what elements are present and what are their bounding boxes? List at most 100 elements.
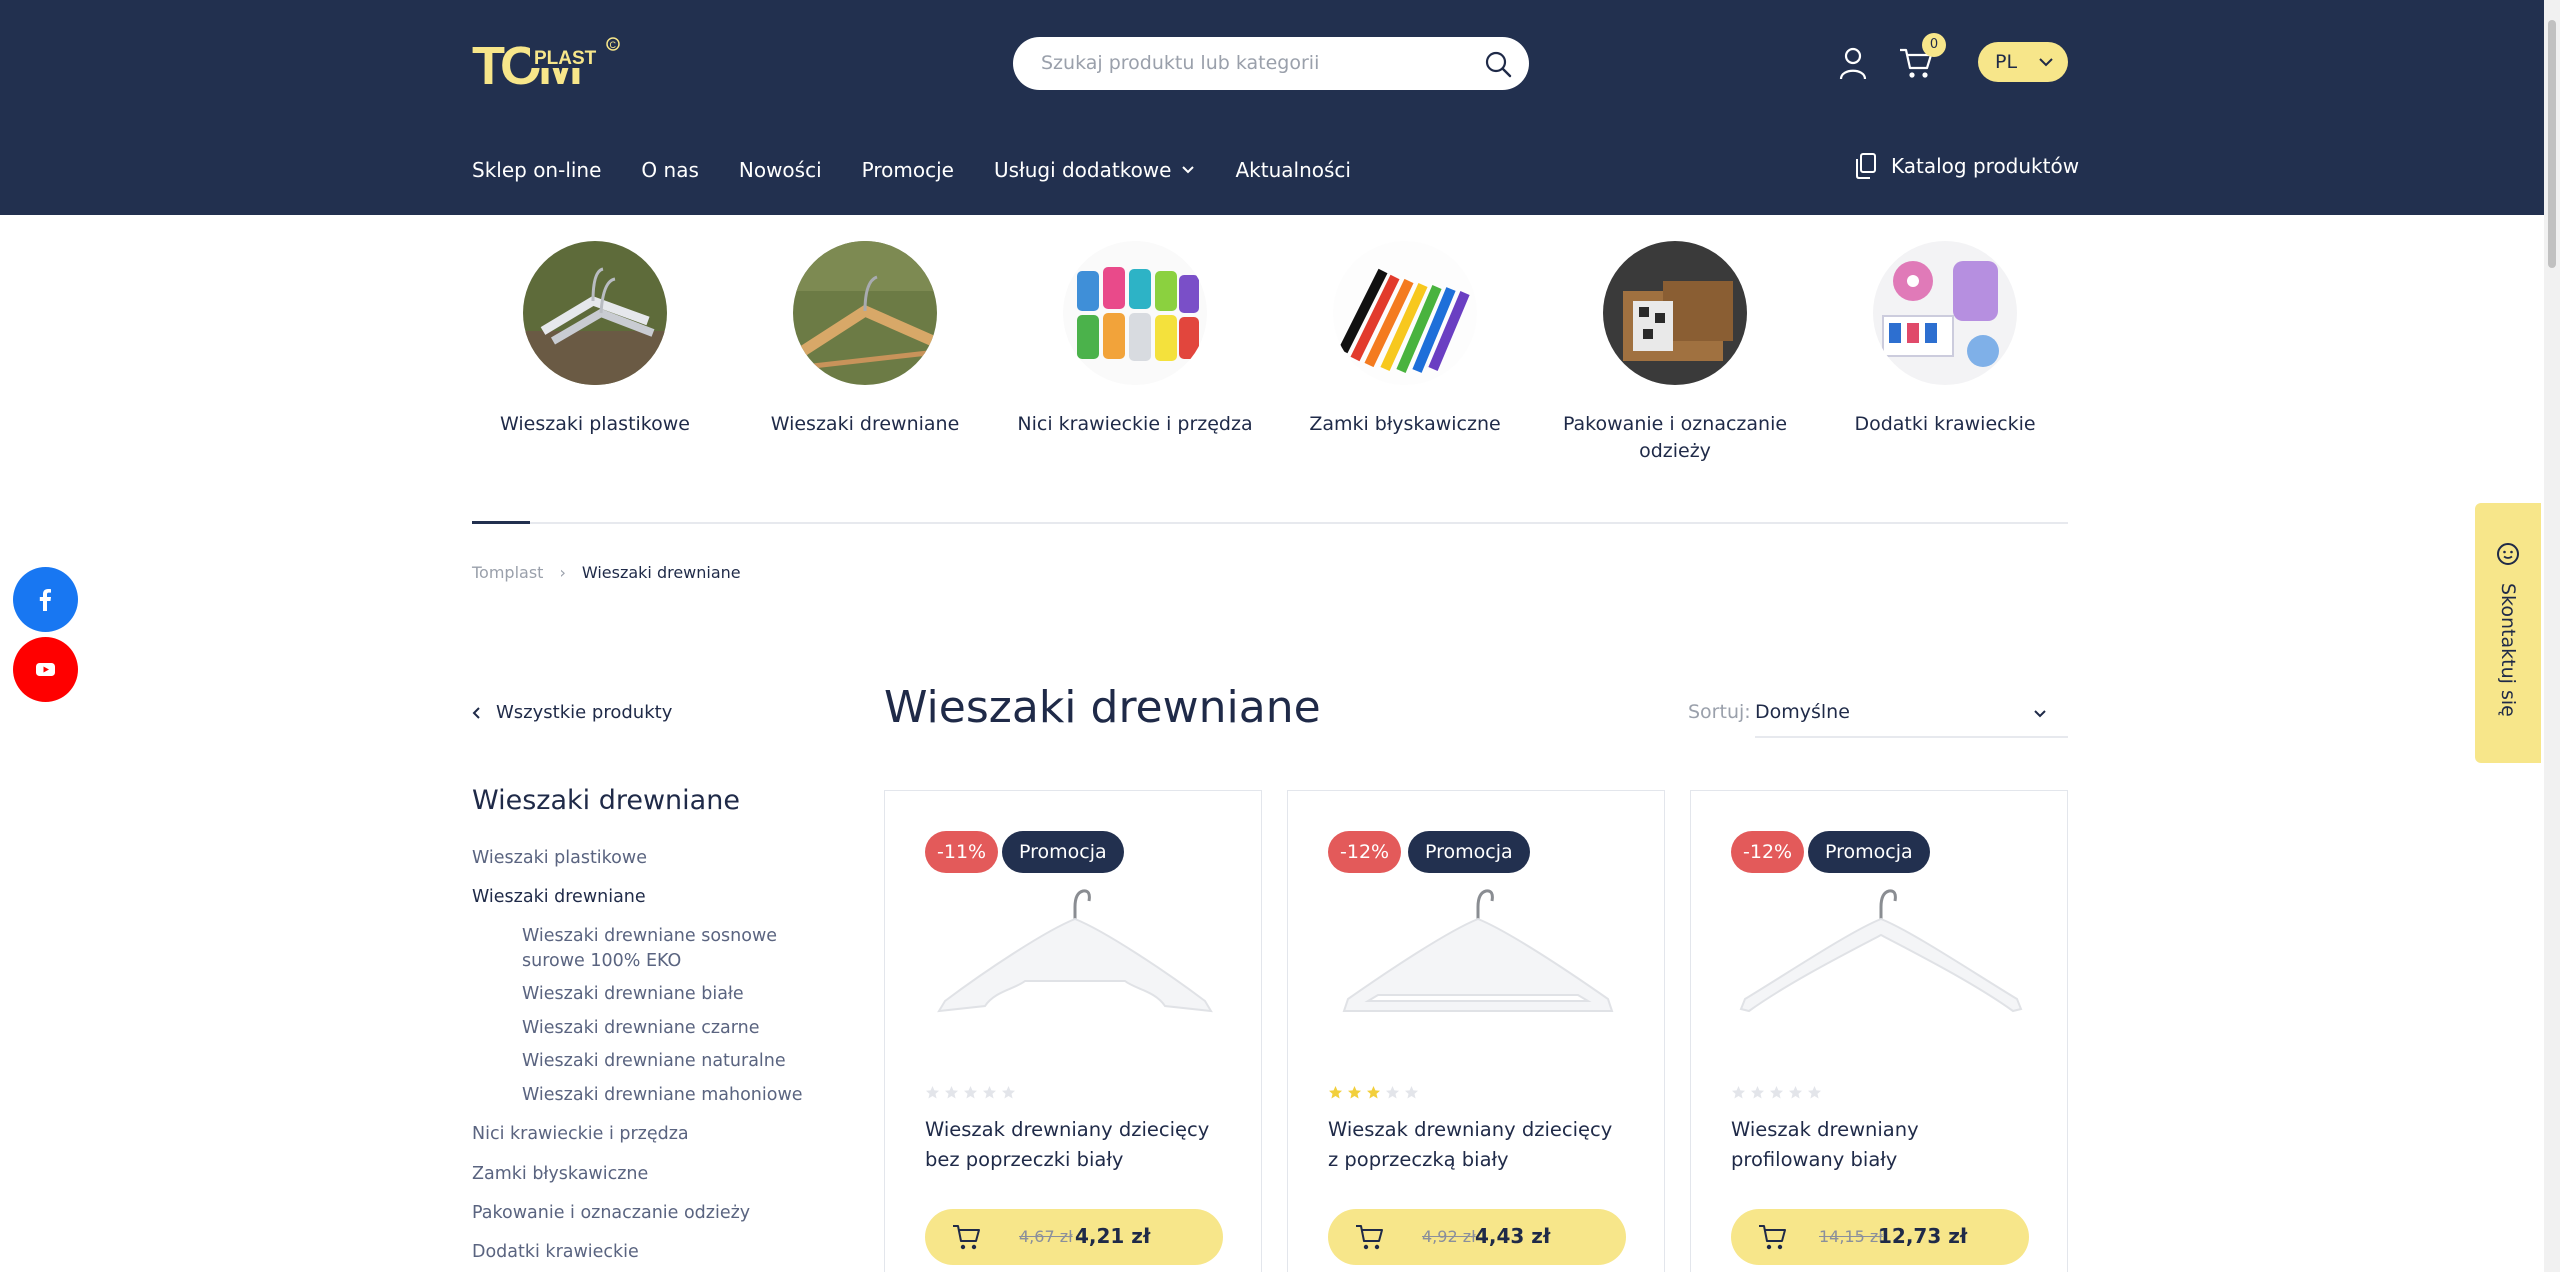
category-label: Nici krawieckie i przędza	[1017, 413, 1253, 435]
sidebar-subitem-mahogany[interactable]: Wieszaki drewniane mahoniowe	[522, 1083, 803, 1108]
star-icon	[1808, 1086, 1821, 1099]
breadcrumb: Tomplast › Wieszaki drewniane	[472, 563, 741, 582]
nav-item-services[interactable]: Usługi dodatkowe	[994, 155, 1196, 185]
discount-badge: -12%	[1328, 831, 1402, 873]
sidebar-item-threads[interactable]: Nici krawieckie i przędza	[472, 1122, 689, 1147]
all-products-link[interactable]: Wszystkie produkty	[472, 702, 672, 723]
chevron-left-icon	[472, 706, 480, 719]
sidebar-item-packaging[interactable]: Pakowanie i oznaczanie odzieży	[472, 1201, 750, 1226]
star-icon	[964, 1086, 977, 1099]
product-card[interactable]: -12% Promocja Wieszak drewniany dziecięc…	[1287, 790, 1665, 1272]
category-zippers[interactable]: Zamki błyskawiczne	[1275, 241, 1535, 438]
search-input[interactable]: Szukaj produktu lub kategorii	[1041, 52, 1319, 74]
product-name[interactable]: Wieszak drewniany dziecięcy z poprzeczką…	[1328, 1115, 1628, 1175]
sidebar-item-zippers[interactable]: Zamki błyskawiczne	[472, 1162, 648, 1187]
sort-label: Sortuj:	[1688, 701, 1751, 723]
add-to-cart-button[interactable]: 4,67 zł 4,21 zł	[925, 1209, 1223, 1265]
breadcrumb-current: Wieszaki drewniane	[581, 563, 741, 582]
category-plastic-hangers[interactable]: Wieszaki plastikowe	[465, 241, 725, 438]
category-sewing-accessories[interactable]: Dodatki krawieckie	[1815, 241, 2075, 438]
sidebar-subitem-natural[interactable]: Wieszaki drewniane naturalne	[522, 1049, 786, 1074]
promo-badge: Promocja	[1408, 831, 1530, 873]
sidebar-subitem-black[interactable]: Wieszaki drewniane czarne	[522, 1016, 760, 1041]
nav-item-about[interactable]: O nas	[641, 155, 698, 185]
sidebar-title: Wieszaki drewniane	[472, 785, 740, 816]
product-name[interactable]: Wieszak drewniany profilowany biały	[1731, 1115, 2031, 1175]
language-selector[interactable]: PL	[1978, 42, 2068, 82]
star-icon	[1751, 1086, 1764, 1099]
star-icon	[926, 1086, 939, 1099]
youtube-button[interactable]	[13, 637, 78, 702]
star-icon	[1732, 1086, 1745, 1099]
nav-item-shop[interactable]: Sklep on-line	[472, 155, 601, 185]
all-products-label: Wszystkie produkty	[496, 702, 673, 723]
star-icon	[1348, 1086, 1361, 1099]
product-card[interactable]: -12% Promocja Wieszak drewniany profilow…	[1690, 790, 2068, 1272]
category-image	[1603, 241, 1747, 385]
catalog-label: Katalog produktów	[1891, 154, 2080, 178]
nav-item-promotions[interactable]: Promocje	[862, 155, 954, 185]
promo-badge: Promocja	[1002, 831, 1124, 873]
add-to-cart-button[interactable]: 14,15 zł 12,73 zł	[1731, 1209, 2029, 1265]
product-image	[1739, 889, 2023, 1013]
sidebar-subitem-pine-eco[interactable]: Wieszaki drewniane sosnowe surowe 100% E…	[522, 924, 812, 974]
site-header: TOM PLAST C Szukaj produktu lub kategori…	[0, 0, 2544, 215]
page-scrollbar[interactable]	[2544, 0, 2560, 1272]
nav-item-new[interactable]: Nowości	[739, 155, 822, 185]
catalog-link[interactable]: Katalog produktów	[1855, 153, 2079, 179]
sidebar-item-wooden-hangers[interactable]: Wieszaki drewniane	[472, 885, 646, 910]
youtube-icon	[36, 663, 55, 676]
contact-tab[interactable]: Skontaktuj się	[2475, 503, 2541, 763]
chevron-down-icon	[1182, 166, 1195, 174]
star-icon	[1405, 1086, 1418, 1099]
promo-badge: Promocja	[1808, 831, 1930, 873]
star-icon	[1770, 1086, 1783, 1099]
nav-item-news[interactable]: Aktualności	[1235, 155, 1350, 185]
rating-stars	[925, 1085, 1016, 1100]
tomplast-logo[interactable]: TOM PLAST C	[472, 36, 622, 92]
product-image	[937, 889, 1213, 1013]
category-label: Wieszaki drewniane	[770, 413, 960, 435]
copy-icon	[1856, 153, 1876, 179]
page-title: Wieszaki drewniane	[884, 682, 1321, 733]
product-card[interactable]: -11% Promocja Wieszak drewniany dziecięc…	[884, 790, 1262, 1272]
facebook-icon	[39, 589, 51, 611]
star-icon	[1367, 1086, 1380, 1099]
sidebar-item-plastic-hangers[interactable]: Wieszaki plastikowe	[472, 846, 647, 871]
language-label: PL	[1995, 51, 2018, 73]
new-price: 4,43 zł	[1475, 1224, 1551, 1248]
category-label: Pakowanie i oznaczanie odzieży	[1562, 413, 1788, 462]
svg-text:C: C	[610, 40, 617, 50]
contact-label: Skontaktuj się	[2497, 583, 2519, 717]
product-name[interactable]: Wieszak drewniany dziecięcy bez poprzecz…	[925, 1115, 1225, 1175]
category-threads[interactable]: Nici krawieckie i przędza	[1005, 241, 1265, 438]
scrollbar-thumb[interactable]	[2548, 20, 2556, 268]
breadcrumb-home[interactable]: Tomplast	[472, 563, 543, 582]
discount-badge: -12%	[1731, 831, 1805, 873]
category-scroll-indicator	[472, 521, 530, 524]
facebook-button[interactable]	[13, 567, 78, 632]
old-price: 4,67 zł	[1019, 1227, 1073, 1246]
product-image	[1342, 889, 1614, 1012]
user-icon[interactable]	[1838, 46, 1868, 80]
star-icon	[1386, 1086, 1399, 1099]
category-label: Wieszaki plastikowe	[500, 413, 690, 435]
cart-icon	[1356, 1225, 1383, 1250]
add-to-cart-button[interactable]: 4,92 zł 4,43 zł	[1328, 1209, 1626, 1265]
category-wooden-hangers[interactable]: Wieszaki drewniane	[735, 241, 995, 438]
chevron-right-icon: ›	[559, 563, 566, 582]
star-icon	[1329, 1086, 1342, 1099]
new-price: 4,21 zł	[1075, 1224, 1151, 1248]
sidebar-item-accessories[interactable]: Dodatki krawieckie	[472, 1240, 639, 1265]
category-image	[523, 241, 667, 385]
search-icon[interactable]	[1483, 49, 1513, 79]
category-packaging[interactable]: Pakowanie i oznaczanie odzieży	[1545, 241, 1805, 465]
cart-icon	[953, 1225, 980, 1250]
category-image	[1333, 241, 1477, 385]
old-price: 14,15 zł	[1819, 1227, 1883, 1246]
new-price: 12,73 zł	[1878, 1224, 1968, 1248]
sidebar-subitem-white[interactable]: Wieszaki drewniane białe	[522, 982, 744, 1007]
sort-dropdown[interactable]: Domyślne	[1755, 690, 2068, 738]
search-box[interactable]: Szukaj produktu lub kategorii	[1013, 37, 1529, 90]
main-nav: Sklep on-line O nas Nowości Promocje Usł…	[472, 155, 1391, 185]
